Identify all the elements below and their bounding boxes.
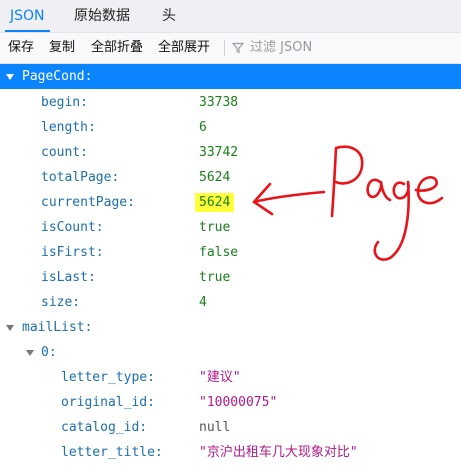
json-toolbar: 保存 复制 全部折叠 全部展开 过滤 JSON [0, 33, 461, 64]
toolbar-divider [224, 40, 225, 56]
tree-row-item-0[interactable]: 0: [0, 340, 461, 365]
json-key: currentPage: [41, 195, 135, 210]
json-value: 33742 [199, 145, 239, 160]
viewer-tab-bar: JSON 原始数据 头 [0, 0, 461, 33]
tree-row-catalog-id[interactable]: catalog_id: null [0, 415, 461, 440]
tree-row-letter-title[interactable]: letter_title: "京沪出租车几大现象对比" [0, 440, 461, 465]
collapse-all-button[interactable]: 全部折叠 [91, 33, 143, 63]
json-value: 6 [199, 120, 207, 135]
json-value: true [199, 220, 231, 235]
json-value: false [199, 245, 239, 260]
handwritten-page-annotation [252, 145, 444, 261]
tree-row-original-id[interactable]: original_id: "10000075" [0, 390, 461, 415]
json-key: 0: [41, 345, 57, 360]
expand-toggle-icon[interactable] [6, 74, 14, 80]
tree-row-letter-type[interactable]: letter_type: "建议" [0, 365, 461, 390]
json-key: count: [41, 145, 88, 160]
json-value: 33738 [199, 95, 239, 110]
tree-row-length[interactable]: length: 6 [0, 115, 461, 140]
json-key: letter_title: [61, 445, 163, 460]
tree-row-pagecond[interactable]: PageCond: [0, 64, 461, 89]
tree-row-size[interactable]: size: 4 [0, 290, 461, 315]
copy-button[interactable]: 复制 [49, 33, 75, 63]
json-key: isCount: [41, 220, 104, 235]
tab-headers[interactable]: 头 [162, 0, 176, 32]
tree-row-maillist[interactable]: mailList: [0, 315, 461, 340]
json-key: mailList: [22, 320, 93, 335]
tab-json[interactable]: JSON [5, 0, 49, 32]
json-key: original_id: [61, 395, 155, 410]
json-key: PageCond: [22, 69, 93, 84]
json-value: true [199, 270, 231, 285]
filter-json-input[interactable]: 过滤 JSON [230, 33, 312, 63]
highlight-marker: 5624 [195, 193, 235, 212]
json-key: letter_type: [61, 370, 155, 385]
json-key: begin: [41, 95, 88, 110]
tab-raw-data[interactable]: 原始数据 [74, 0, 130, 32]
json-value: 4 [199, 295, 207, 310]
json-key: isFirst: [41, 245, 104, 260]
json-key: size: [41, 295, 81, 310]
json-key: isLast: [41, 270, 96, 285]
json-key: totalPage: [41, 170, 120, 185]
json-value: "10000075" [199, 395, 278, 410]
json-key: length: [41, 120, 96, 135]
expand-toggle-icon[interactable] [26, 350, 34, 356]
json-value: "京沪出租车几大现象对比" [199, 445, 358, 460]
expand-toggle-icon[interactable] [6, 325, 14, 331]
json-value: null [199, 420, 231, 435]
filter-icon [232, 42, 244, 54]
json-value: 5624 [199, 170, 231, 185]
json-value: "建议" [199, 370, 241, 385]
json-key: catalog_id: [61, 420, 148, 435]
tree-row-begin[interactable]: begin: 33738 [0, 90, 461, 115]
json-value-highlighted: 5624 [195, 190, 235, 215]
filter-placeholder: 过滤 JSON [250, 40, 313, 55]
tree-row-islast[interactable]: isLast: true [0, 265, 461, 290]
save-button[interactable]: 保存 [8, 33, 34, 63]
expand-all-button[interactable]: 全部展开 [158, 33, 210, 63]
